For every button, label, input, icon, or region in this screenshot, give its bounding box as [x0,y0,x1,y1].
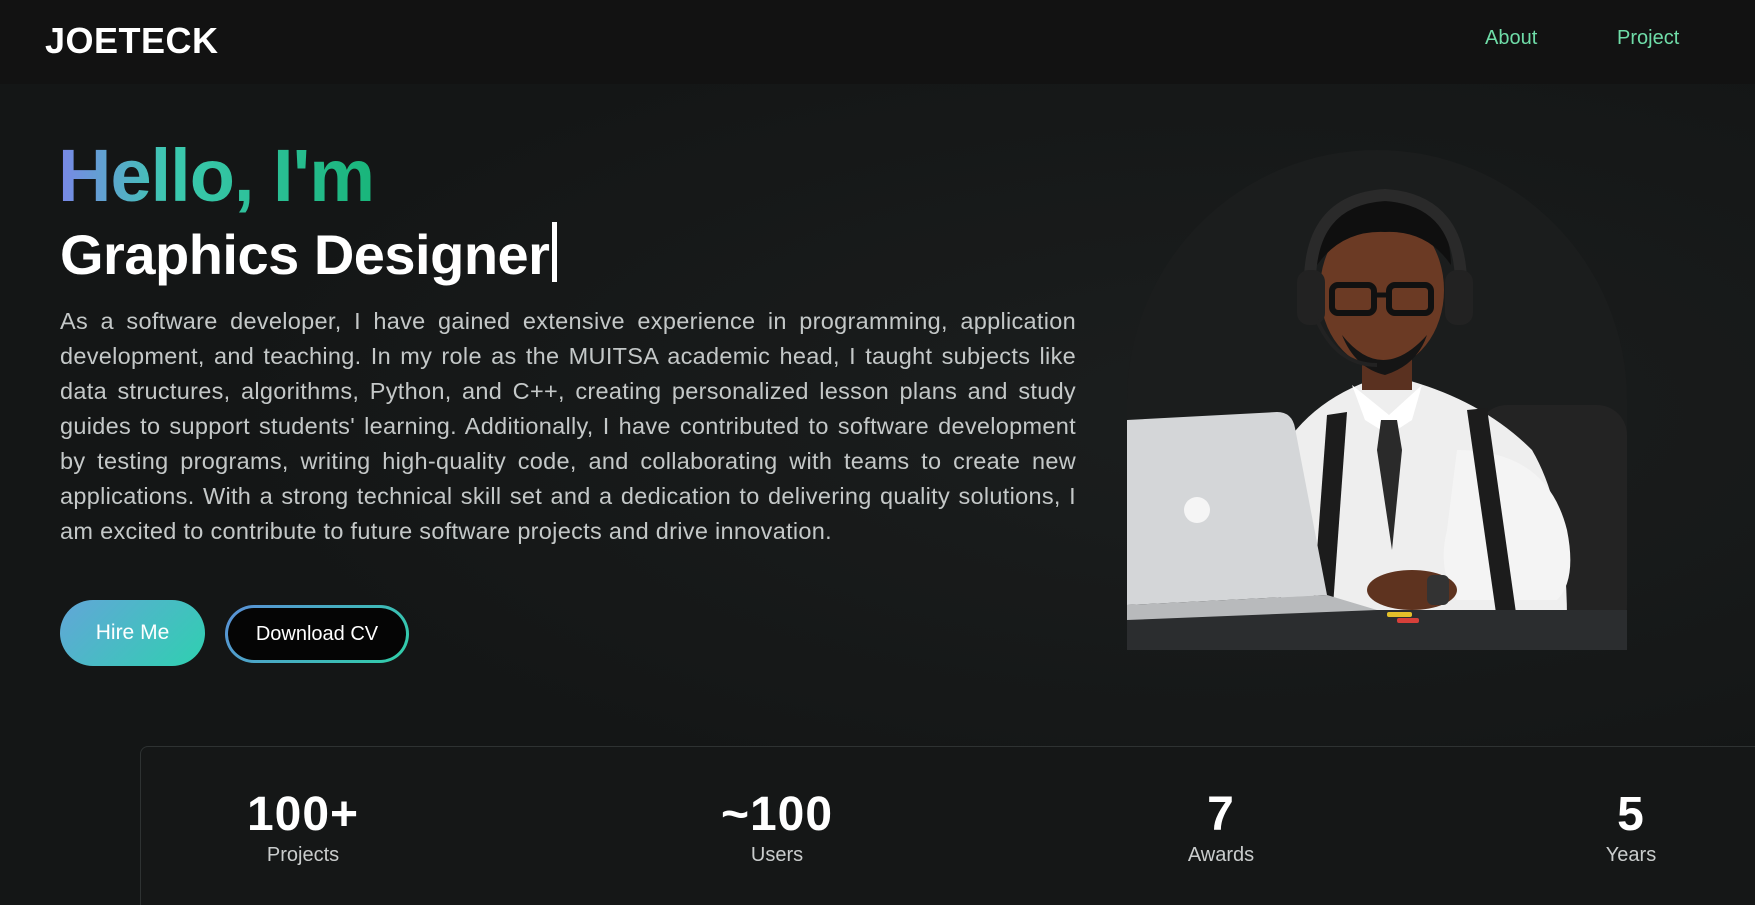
stat-projects: 100+ Projects [193,787,413,867]
hero-role-text: Graphics Designer [60,223,550,286]
hero-bio: As a software developer, I have gained e… [60,308,1076,544]
download-cv-button[interactable]: Download CV [225,605,409,663]
navbar: JOETECK About Project [0,0,1755,84]
stat-label: Users [750,844,804,866]
stat-value: 7 [1207,788,1235,841]
stat-label: Years [1605,844,1657,866]
nav-link-about[interactable]: About [1485,27,1537,50]
stat-years: 5 Years [1521,787,1741,867]
stat-users: ~100 Users [667,787,887,867]
stat-label: Awards [1187,844,1255,866]
avatar-frame [1127,150,1627,650]
stat-value: 100+ [246,788,360,841]
hero-greeting: Hello, I'm [58,134,375,217]
hero-role: Graphics Designer [60,222,558,287]
hire-me-button[interactable]: Hire Me [60,600,205,666]
stats-panel: 100+ Projects ~100 Users 7 Awards 5 Year… [140,746,1755,905]
brand-logo[interactable]: JOETECK [45,20,219,62]
nav-link-project[interactable]: Project [1617,27,1679,50]
avatar-illustration [1127,188,1627,650]
stat-value: 5 [1617,788,1645,841]
stat-awards: 7 Awards [1111,787,1331,867]
typing-caret [552,222,558,282]
stat-value: ~100 [720,788,834,841]
stat-label: Projects [266,844,340,866]
